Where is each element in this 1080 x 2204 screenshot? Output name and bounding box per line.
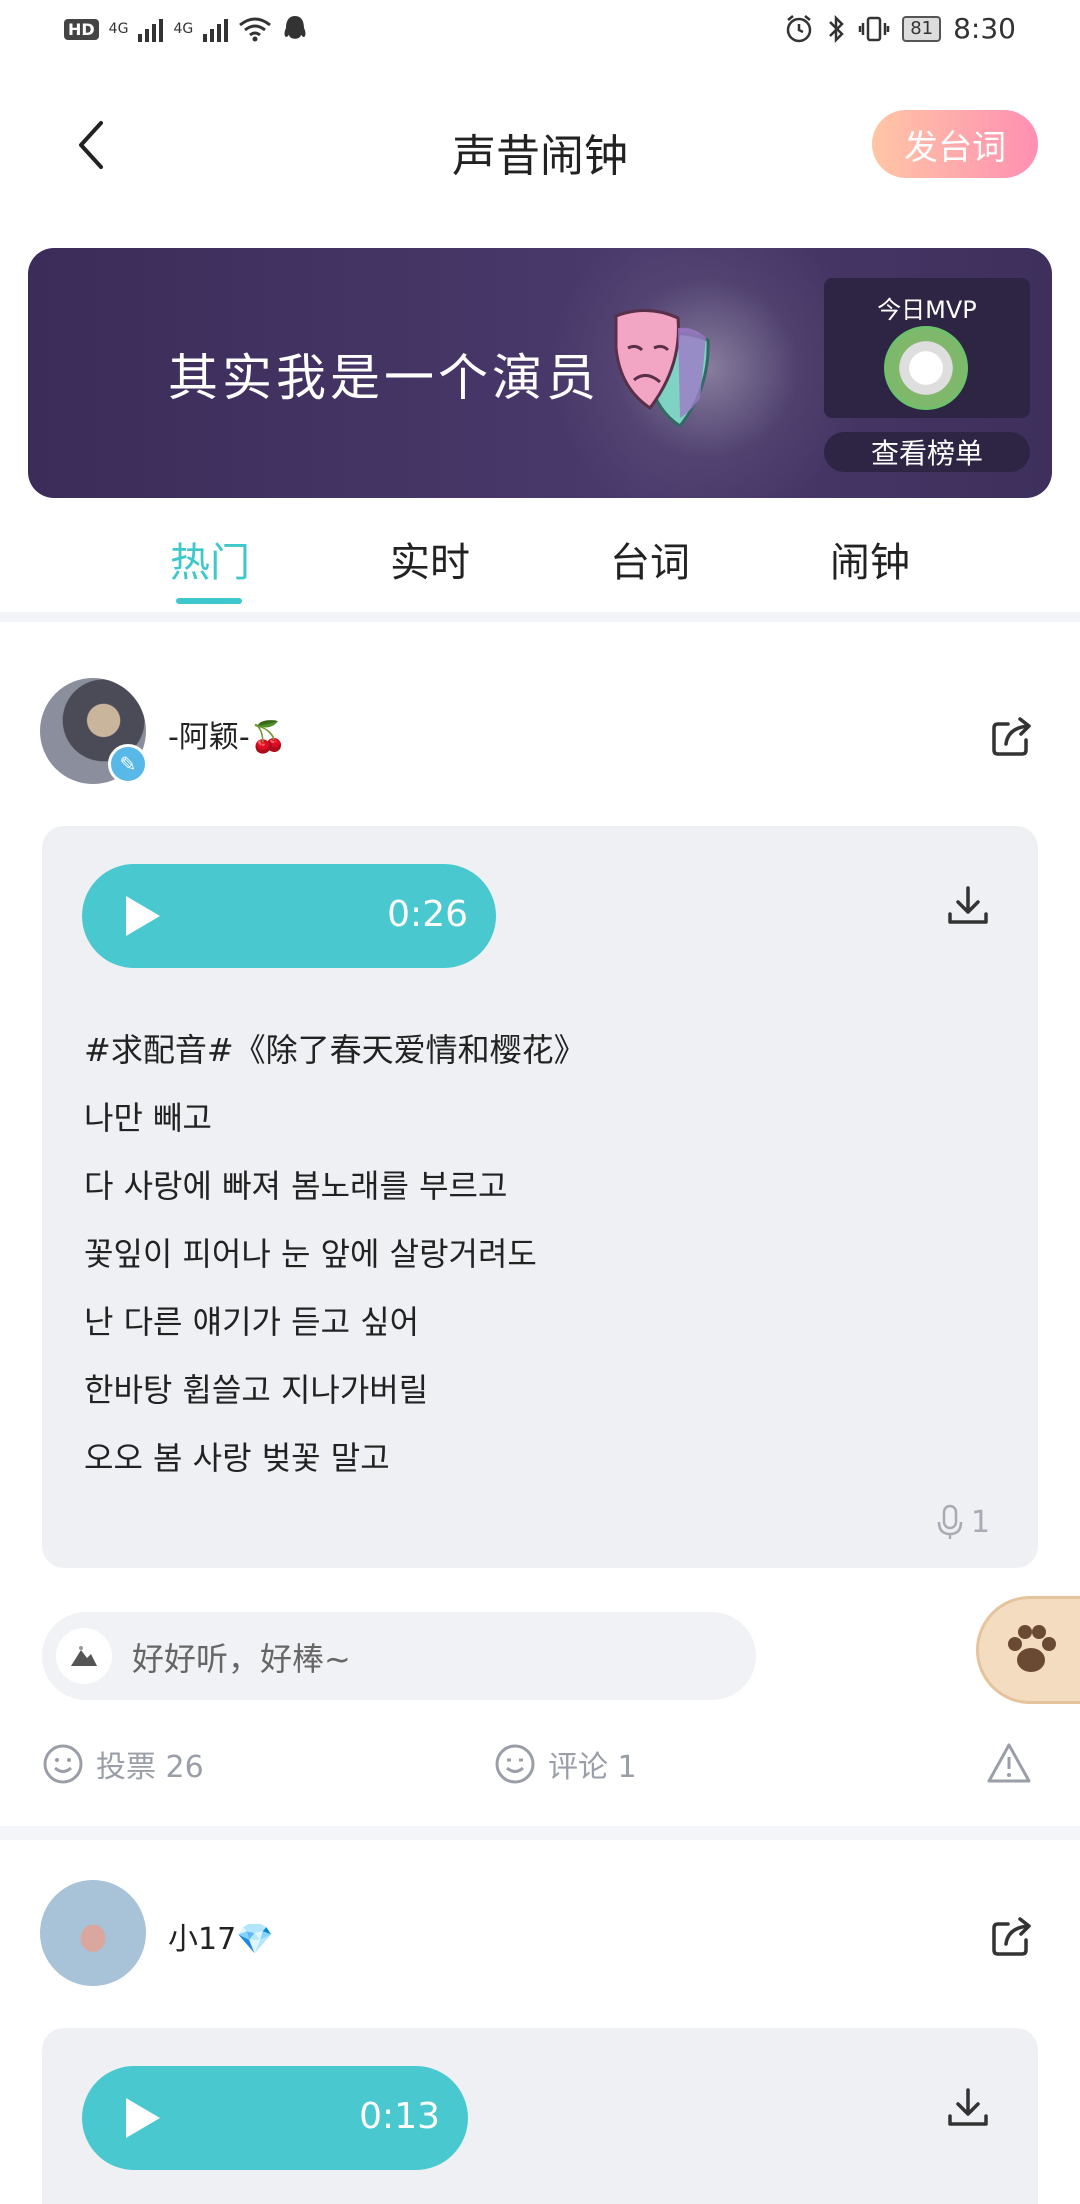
mvp-avatar[interactable] [884, 326, 968, 410]
post-actions: 投票 26 评论 1 [0, 1736, 1080, 1796]
verified-badge-icon: ✎ [108, 744, 148, 784]
status-right: 81 8:30 [784, 12, 1016, 45]
banner-headline: 其实我是一个演员 [168, 349, 600, 407]
status-bar: HD 4G 4G 81 8:30 [0, 0, 1080, 66]
bluetooth-icon [829, 14, 844, 43]
dub-count-value: 1 [970, 1504, 990, 1540]
mvp-box[interactable]: 今日MVP [824, 278, 1030, 418]
warning-icon [987, 1743, 1031, 1783]
mvp-label: 今日MVP [877, 296, 977, 324]
divider [0, 1826, 1080, 1840]
comment-icon [495, 1744, 535, 1784]
audio-player[interactable]: 0:13 [82, 2066, 468, 2170]
tab-hot[interactable]: 热门 [140, 530, 280, 588]
voice-card: 0:26 #求配音#《除了春天爱情和樱花》 나만 빼고 다 사랑에 빠져 봄노래… [42, 826, 1038, 1568]
download-icon[interactable] [946, 884, 990, 928]
vibrate-icon [858, 16, 890, 41]
comment-button[interactable]: 评论 1 [494, 1742, 637, 1786]
mountain-avatar-icon [71, 1646, 97, 1666]
post-lines-button[interactable]: 发台词 [872, 110, 1038, 178]
signal-icon-2 [203, 16, 229, 42]
hd-badge: HD [64, 18, 99, 40]
smile-icon [43, 1744, 83, 1784]
lyric-line: 한바탕 휩쓸고 지나가버릴 [84, 1371, 429, 1409]
top-comment[interactable]: 好好听，好棒~ [42, 1612, 756, 1700]
comment-label: 评论 1 [548, 1750, 637, 1785]
promo-banner[interactable]: 其实我是一个演员 今日MVP 查看榜单 [28, 248, 1052, 498]
tab-alarm[interactable]: 闹钟 [800, 530, 940, 588]
lyric-line: #求配音#《除了春天爱情和樱花》 [84, 1031, 586, 1069]
avatar[interactable] [40, 1880, 146, 1986]
vote-button[interactable]: 投票 26 [42, 1742, 204, 1786]
paw-icon [1008, 1625, 1056, 1672]
comment-avatar [56, 1628, 112, 1684]
dub-count[interactable]: 1 [935, 1504, 990, 1540]
alarm-icon [786, 14, 812, 42]
wifi-icon [239, 17, 272, 42]
clock-time: 8:30 [953, 12, 1016, 45]
divider [0, 612, 1080, 622]
audio-duration: 0:13 [359, 2096, 440, 2137]
username[interactable]: 小17💎 [168, 1914, 274, 1958]
lyric-line: 다 사랑에 빠져 봄노래를 부르고 [84, 1167, 508, 1205]
play-icon[interactable] [122, 2096, 162, 2140]
tab-realtime[interactable]: 实时 [360, 530, 500, 588]
microphone-icon [937, 1504, 963, 1539]
share-icon[interactable] [988, 1912, 1036, 1960]
paw-floating-button[interactable] [976, 1596, 1080, 1704]
share-icon[interactable] [988, 712, 1036, 760]
signal-icon [138, 16, 164, 42]
report-button[interactable] [986, 1742, 1032, 1784]
lyric-line: 난 다른 얘기가 듣고 싶어 [84, 1303, 420, 1341]
header: 声昔闹钟 发台词 [0, 90, 1080, 200]
lyrics-text: #求配音#《除了春天爱情和樱花》 나만 빼고 다 사랑에 빠져 봄노래를 부르고… [84, 1016, 586, 1492]
network-label-2: 4G [173, 21, 194, 37]
audio-player[interactable]: 0:26 [82, 864, 496, 968]
view-leaderboard-button[interactable]: 查看榜单 [824, 432, 1030, 472]
play-icon[interactable] [122, 894, 162, 938]
battery-icon: 81 [902, 15, 942, 42]
comment-text: 好好听，好棒~ [132, 1640, 351, 1678]
vote-label: 投票 26 [96, 1750, 204, 1785]
lyric-line: 오오 봄 사랑 벚꽃 말고 [84, 1439, 390, 1477]
tab-active-indicator [176, 598, 242, 604]
network-label-1: 4G [108, 21, 129, 37]
lyric-line: 꽃잎이 피어나 눈 앞에 살랑거려도 [84, 1235, 537, 1273]
tab-bar: 热门 实时 台词 闹钟 [0, 520, 1080, 610]
audio-duration: 0:26 [387, 894, 468, 935]
lyric-line: 나만 빼고 [84, 1099, 212, 1137]
qq-icon [284, 16, 306, 39]
tab-lines[interactable]: 台词 [580, 530, 720, 588]
download-icon[interactable] [946, 2086, 990, 2130]
username[interactable]: -阿颖-🍒 [168, 712, 287, 756]
voice-card: 0:13 [42, 2028, 1038, 2204]
theatre-masks-icon [614, 308, 710, 428]
status-left: HD 4G 4G [64, 14, 308, 44]
